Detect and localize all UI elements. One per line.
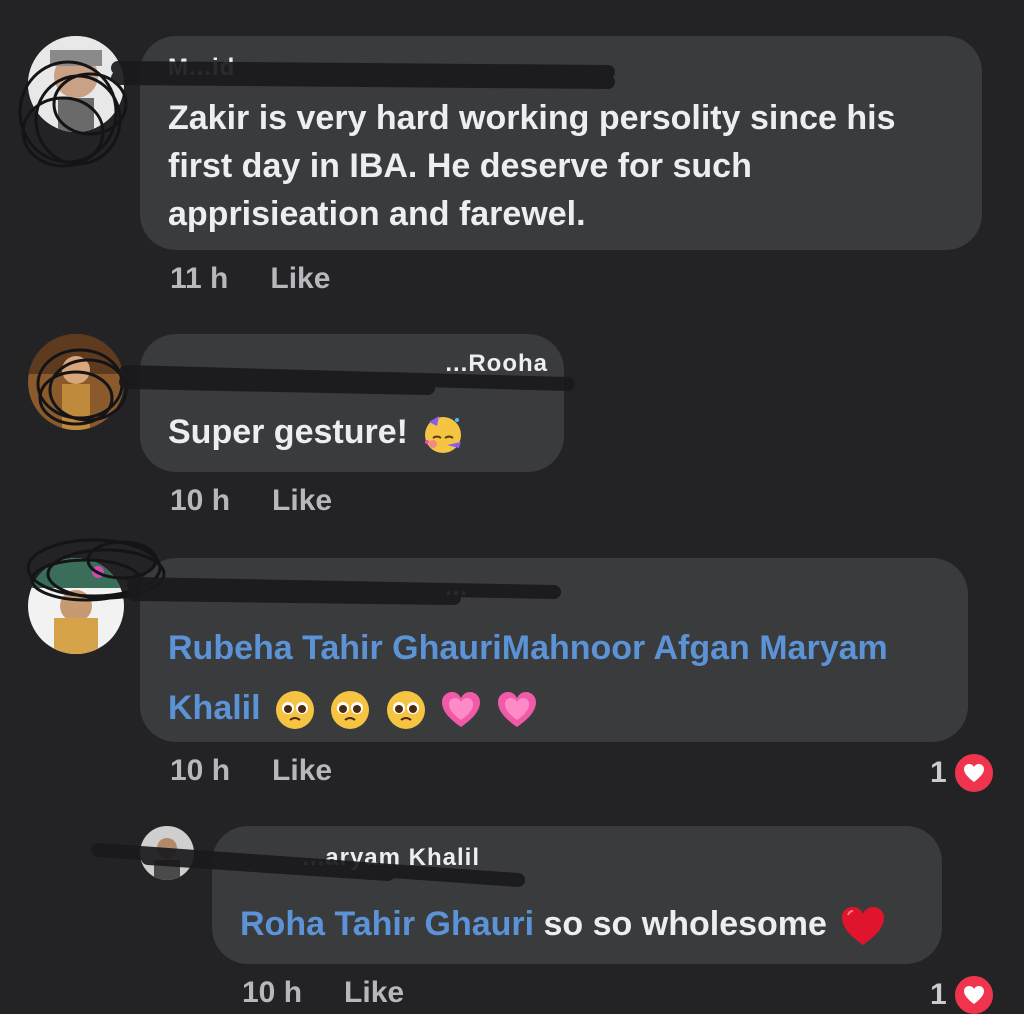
author-name[interactable]: ...Rooha xyxy=(168,350,548,378)
heart-reaction-icon xyxy=(952,974,995,1014)
mentioned-user[interactable]: Roha Tahir Ghauri xyxy=(240,905,534,943)
comment-4-reply: ...aryam Khalil Roha Tahir Ghauri so so … xyxy=(0,810,1024,1014)
growing-heart-emoji xyxy=(440,690,482,730)
comment-meta: 10 h Like xyxy=(170,484,332,518)
avatar[interactable] xyxy=(140,826,194,880)
comment-text: Rubeha Tahir GhauriMahnoor Afgan Maryam … xyxy=(168,618,958,738)
growing-heart-emoji xyxy=(496,690,538,730)
like-button[interactable]: Like xyxy=(344,976,404,1010)
comment-2: ...Rooha Super gesture! 10 h Like xyxy=(0,320,1024,530)
pleading-face-emoji xyxy=(274,689,316,731)
reaction-summary[interactable]: 1 xyxy=(930,752,995,794)
comment-meta: 11 h Like xyxy=(170,262,330,296)
timestamp: 10 h xyxy=(242,976,303,1009)
comment-text: Zakir is very hard working persolity sin… xyxy=(168,99,896,233)
avatar[interactable] xyxy=(28,558,124,654)
comment-bubble: ...aryam Khalil Roha Tahir Ghauri so so … xyxy=(212,826,942,964)
comments-thread: M...id Zakir is very hard working persol… xyxy=(0,0,1024,1014)
like-button[interactable]: Like xyxy=(272,484,332,518)
comment-meta: 10 h Like xyxy=(242,976,404,1010)
reaction-count: 1 xyxy=(930,978,947,1011)
comment-text: Super gesture! xyxy=(168,408,558,456)
partying-face-emoji xyxy=(421,412,465,456)
avatar[interactable] xyxy=(28,334,124,430)
comment-text: Roha Tahir Ghauri so so wholesome xyxy=(240,900,930,948)
red-heart-emoji xyxy=(840,905,886,947)
reaction-count: 1 xyxy=(930,756,947,789)
pleading-face-emoji xyxy=(329,689,371,731)
like-button[interactable]: Like xyxy=(272,754,332,788)
author-name[interactable]: ...aryam Khalil xyxy=(240,844,480,872)
comment-1: M...id Zakir is very hard working persol… xyxy=(0,0,1024,310)
like-button[interactable]: Like xyxy=(270,262,330,296)
comment-body: Super gesture! xyxy=(168,413,408,451)
avatar[interactable] xyxy=(28,36,124,132)
comment-meta: 10 h Like xyxy=(170,754,332,788)
author-name[interactable]: M...id xyxy=(168,54,668,82)
comment-bubble: ...Rooha Super gesture! xyxy=(140,334,564,472)
pleading-face-emoji xyxy=(385,689,427,731)
comment-body: so so wholesome xyxy=(534,905,827,943)
author-name[interactable]: ... xyxy=(168,574,468,602)
timestamp: 11 h xyxy=(170,262,229,295)
comment-3: ... Rubeha Tahir GhauriMahnoor Afgan Mar… xyxy=(0,530,1024,810)
comment-bubble: ... Rubeha Tahir GhauriMahnoor Afgan Mar… xyxy=(140,558,968,742)
heart-reaction-icon xyxy=(952,752,995,794)
timestamp: 10 h xyxy=(170,754,231,787)
comment-bubble: M...id Zakir is very hard working persol… xyxy=(140,36,982,250)
timestamp: 10 h xyxy=(170,484,231,517)
reaction-summary[interactable]: 1 xyxy=(930,974,995,1014)
